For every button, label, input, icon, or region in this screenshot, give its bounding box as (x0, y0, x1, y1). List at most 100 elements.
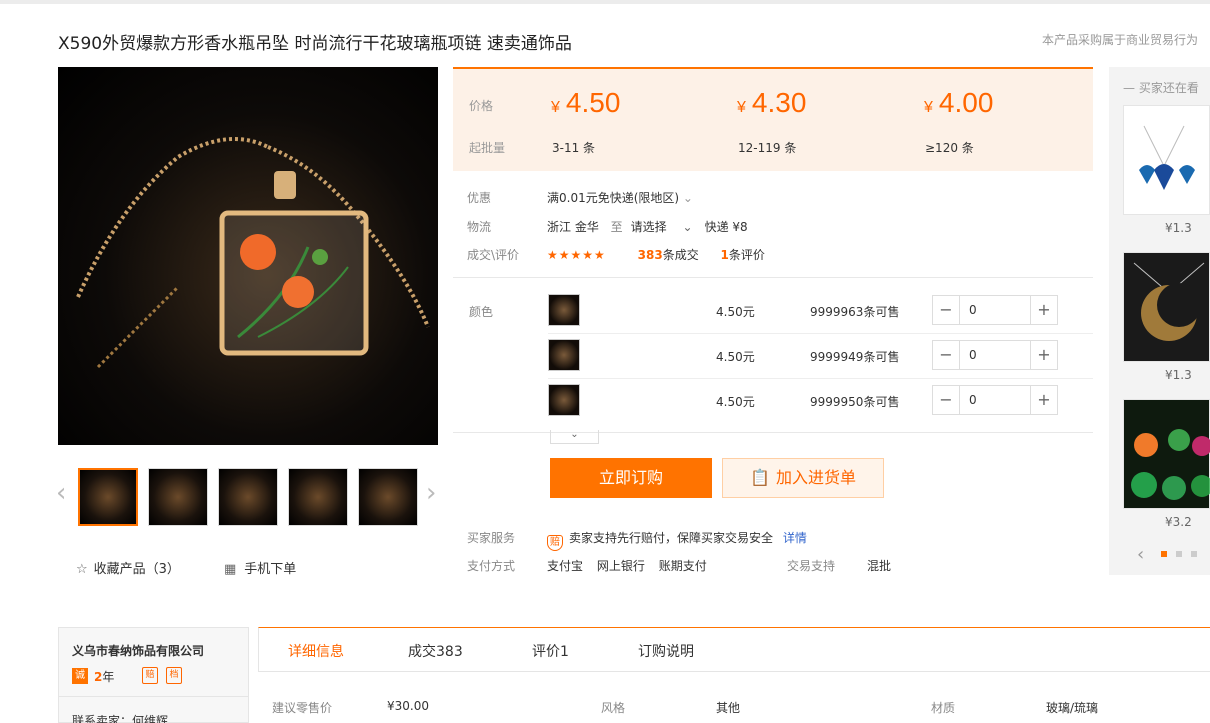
thumb-next-icon[interactable]: › (426, 478, 436, 508)
deals-row: 成交\评价 ★★★★★ 383条成交 1条评价 (467, 248, 765, 262)
mobile-order-link[interactable]: ▦ 手机下单 (224, 558, 296, 577)
sold-count[interactable]: 383条成交 (638, 248, 699, 262)
discount-row: 优惠 满0.01元免快递(限地区) ⌄ (467, 191, 693, 205)
sku-stock: 9999949条可售 (810, 350, 900, 364)
logistics-row: 物流 浙江 金华 至请选择 ⌄ 快递 ¥8 (467, 220, 748, 234)
tab-transactions[interactable]: 成交383 (408, 641, 463, 661)
also-viewed-rail: — 买家还在看 ¥1.3 ¥1.3 ¥3.2 ‹ (1109, 67, 1210, 575)
express-fee: 快递 ¥8 (704, 220, 748, 234)
quantity-input[interactable]: 0 (969, 303, 977, 317)
qty-tier-3: ≥120 条 (925, 141, 974, 155)
sku-row: 4.50元 9999950条可售 − 0 + (548, 384, 1058, 418)
rail-price: ¥3.2 (1165, 515, 1192, 529)
tab-reviews[interactable]: 评价1 (532, 641, 569, 661)
sku-price: 4.50元 (716, 350, 755, 364)
discount-value[interactable]: 满0.01元免快递(限地区) (547, 191, 679, 205)
rail-price: ¥1.3 (1165, 221, 1192, 235)
favorite-product-link[interactable]: ☆ 收藏产品（3） (76, 558, 180, 577)
price-box: 价格 起批量 ¥4.50 ¥4.30 ¥4.00 3-11 条 12-119 条… (453, 67, 1093, 171)
minus-button[interactable]: − (933, 296, 960, 324)
quantity-stepper: − 0 + (932, 295, 1058, 325)
sku-divider (548, 333, 1093, 334)
thumb-prev-icon[interactable]: ‹ (56, 478, 66, 508)
trade-support-row: 交易支持 混批 (787, 559, 892, 573)
chevron-down-icon[interactable]: ⌄ (683, 191, 693, 205)
rail-page-dot[interactable] (1161, 551, 1167, 557)
chevron-down-icon[interactable]: ⌄ (683, 220, 693, 234)
product-main-image[interactable] (58, 67, 438, 445)
minus-button[interactable]: − (933, 341, 960, 369)
order-now-button[interactable]: 立即订购 (550, 458, 712, 498)
rating-stars: ★★★★★ (547, 248, 606, 262)
guarantee-badge-icon: 赔 (142, 667, 158, 684)
service-text: 卖家支持先行赔付，保障买家交易安全 (569, 531, 774, 545)
sku-row: 4.50元 9999963条可售 − 0 + (548, 294, 1058, 328)
sku-stock: 9999950条可售 (810, 395, 900, 409)
minus-button[interactable]: − (933, 386, 960, 414)
rail-page-dot[interactable] (1191, 551, 1197, 557)
price-label: 价格 (469, 99, 494, 113)
chengxin-badge-icon: 诚 (72, 668, 88, 684)
qty-tier-1: 3-11 条 (552, 141, 596, 155)
contact-seller[interactable]: 联系卖家：何维辉 (72, 712, 168, 723)
plus-button[interactable]: + (1030, 296, 1057, 324)
price-tier-1: ¥4.50 (551, 87, 621, 118)
sku-divider (548, 378, 1093, 379)
star-outline-icon: ☆ (76, 562, 88, 577)
review-count[interactable]: 1条评价 (721, 248, 765, 262)
sku-thumbnail[interactable] (548, 294, 580, 326)
detail-tabs: 详细信息 成交383 评价1 订购说明 (258, 627, 1210, 672)
tab-details[interactable]: 详细信息 (288, 641, 344, 661)
sku-thumbnail[interactable] (548, 384, 580, 416)
payment-method: 支付宝 (547, 559, 584, 573)
attr-value: ¥30.00 (387, 699, 429, 713)
rail-product-1[interactable] (1123, 105, 1210, 215)
thumbnail-4[interactable] (288, 468, 348, 526)
seller-name[interactable]: 义乌市春纳饰品有限公司 (72, 642, 204, 659)
sku-row: 4.50元 9999949条可售 − 0 + (548, 339, 1058, 373)
clipboard-icon: 📋 (750, 468, 770, 487)
buyer-service-row: 买家服务赔卖家支持先行赔付，保障买家交易安全 详情 (467, 529, 807, 551)
thumbnail-2[interactable] (148, 468, 208, 526)
service-details-link[interactable]: 详情 (783, 531, 807, 545)
archive-badge-icon: 档 (166, 667, 182, 684)
glow-bottle-image (1131, 429, 1210, 500)
trade-notice: 本产品采购属于商业贸易行为 (1041, 33, 1198, 47)
sku-thumbnail[interactable] (548, 339, 580, 371)
thumbnail-1[interactable] (78, 468, 138, 526)
expand-more-chevron-icon[interactable]: ⌄ (550, 430, 599, 444)
origin: 浙江 金华 (547, 220, 599, 234)
to-label: 至 (610, 220, 623, 234)
payment-row: 支付方式 支付宝 网上银行 账期支付 (467, 559, 707, 573)
rail-product-3[interactable] (1123, 399, 1210, 509)
payment-method: 账期支付 (658, 559, 707, 573)
thumbnail-3[interactable] (218, 468, 278, 526)
rail-page-dot[interactable] (1176, 551, 1182, 557)
plus-button[interactable]: + (1030, 341, 1057, 369)
top-border (0, 0, 1210, 4)
attr-label: 风格 (601, 701, 626, 715)
page-title: X590外贸爆款方形香水瓶吊坠 时尚流行干花玻璃瓶项链 速卖通饰品 (58, 34, 572, 54)
qr-icon: ▦ (224, 562, 237, 577)
attr-label: 材质 (931, 701, 956, 715)
rail-title: — 买家还在看 (1123, 81, 1199, 95)
divider (453, 277, 1093, 278)
seller-years: 2年 (94, 670, 115, 684)
quantity-input[interactable]: 0 (969, 393, 977, 407)
pendant-illustration (76, 137, 430, 369)
qty-label: 起批量 (469, 141, 506, 155)
price-tier-2: ¥4.30 (737, 87, 807, 118)
thumbnail-5[interactable] (358, 468, 418, 526)
tab-order-notes[interactable]: 订购说明 (638, 641, 694, 661)
sku-price: 4.50元 (716, 305, 755, 319)
rail-product-2[interactable] (1123, 252, 1210, 362)
quantity-stepper: − 0 + (932, 340, 1058, 370)
add-to-cart-button[interactable]: 📋 加入进货单 (722, 458, 884, 498)
rail-price: ¥1.3 (1165, 368, 1192, 382)
destination-select[interactable]: 请选择 (631, 220, 667, 234)
attr-label: 建议零售价 (272, 701, 333, 715)
quantity-input[interactable]: 0 (969, 348, 977, 362)
rail-prev-icon[interactable]: ‹ (1137, 544, 1144, 565)
trade-support-value: 混批 (867, 559, 892, 573)
plus-button[interactable]: + (1030, 386, 1057, 414)
